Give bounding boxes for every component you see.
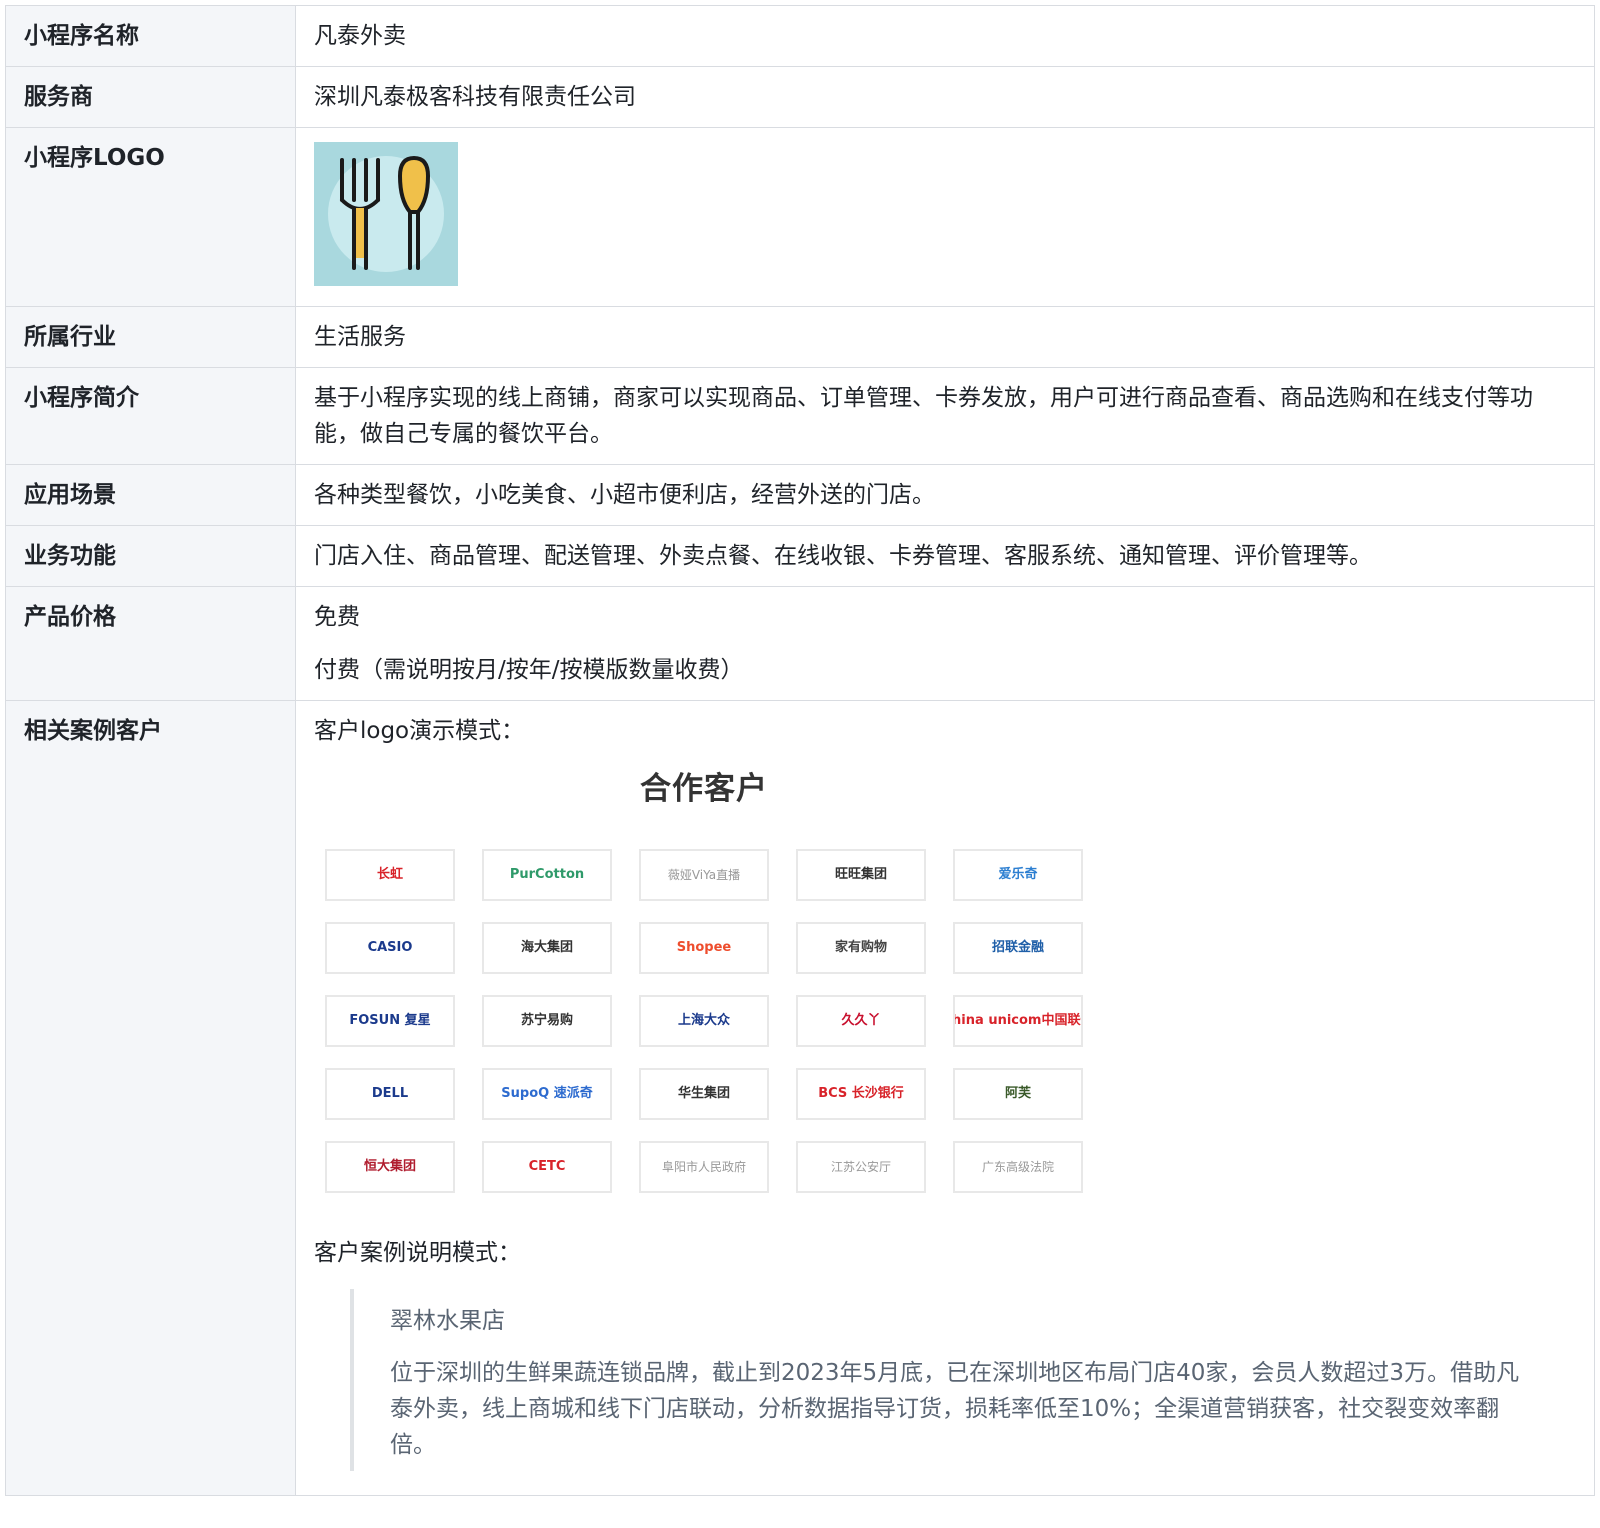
table-row: 服务商 深圳凡泰极客科技有限责任公司 [5, 66, 1595, 128]
provider-value: 深圳凡泰极客科技有限责任公司 [295, 66, 1595, 128]
logo-label: 小程序LOGO [5, 127, 296, 307]
client-logo-card: FOSUN 复星 [325, 995, 455, 1047]
client-logo-card: Shopee [639, 922, 769, 974]
features-value: 门店入住、商品管理、配送管理、外卖点餐、在线收银、卡券管理、客服系统、通知管理、… [295, 525, 1595, 587]
mini-program-info-table: 小程序名称 凡泰外卖 服务商 深圳凡泰极客科技有限责任公司 小程序LOGO 所属… [5, 5, 1595, 1496]
client-logo-card: 久久丫 [796, 995, 926, 1047]
client-logo-card: 爱乐奇 [953, 849, 1083, 901]
case-quote: 翠林水果店 位于深圳的生鲜果蔬连锁品牌，截止到2023年5月底，已在深圳地区布局… [350, 1289, 1576, 1471]
fork-and-spoon-icon [314, 142, 458, 286]
price-label: 产品价格 [5, 586, 296, 701]
features-label: 业务功能 [5, 525, 296, 587]
scenario-value: 各种类型餐饮，小吃美食、小超市便利店，经营外送的门店。 [295, 464, 1595, 526]
client-logo-card: 恒大集团 [325, 1141, 455, 1193]
price-paid: 付费（需说明按月/按年/按模版数量收费） [314, 657, 744, 683]
client-logo-card: 家有购物 [796, 922, 926, 974]
case-mode-label: 客户案例说明模式： [314, 1240, 521, 1266]
client-logo-card: PurCotton [482, 849, 612, 901]
client-logo-grid: 长虹 PurCotton 薇娅ViYa直播 旺旺集团 爱乐奇 CASIO 海大集团 Shope… [325, 849, 1576, 1193]
table-row: 小程序简介 基于小程序实现的线上商铺，商家可以实现商品、订单管理、卡券发放，用户… [5, 367, 1595, 465]
table-row: 产品价格 免费 付费（需说明按月/按年/按模版数量收费） [5, 586, 1595, 701]
table-row: 小程序名称 凡泰外卖 [5, 5, 1595, 67]
client-logo-card: 上海大众 [639, 995, 769, 1047]
client-logo-card: China unicom中国联通 [953, 995, 1083, 1047]
client-logo-card: 薇娅ViYa直播 [639, 849, 769, 901]
partner-wall-title: 合作客户 [640, 771, 768, 807]
client-logo-card: BCS 长沙银行 [796, 1068, 926, 1120]
intro-label: 小程序简介 [5, 367, 296, 465]
client-logo-card: 阜阳市人民政府 [639, 1141, 769, 1193]
name-label: 小程序名称 [5, 5, 296, 67]
intro-text: 基于小程序实现的线上商铺，商家可以实现商品、订单管理、卡券发放，用户可进行商品查… [314, 385, 1533, 447]
cases-cell: 客户logo演示模式： 合作客户 长虹 PurCotton 薇娅ViYa直播 旺旺集团… [295, 700, 1595, 1496]
client-logo-card: DELL [325, 1068, 455, 1120]
client-logo-card: 长虹 [325, 849, 455, 901]
scenario-label: 应用场景 [5, 464, 296, 526]
provider-label: 服务商 [5, 66, 296, 128]
intro-value: 基于小程序实现的线上商铺，商家可以实现商品、订单管理、卡券发放，用户可进行商品查… [295, 367, 1595, 465]
industry-value: 生活服务 [295, 306, 1595, 368]
logo-cell [295, 127, 1595, 307]
industry-label: 所属行业 [5, 306, 296, 368]
table-row: 所属行业 生活服务 [5, 306, 1595, 368]
table-row: 业务功能 门店入住、商品管理、配送管理、外卖点餐、在线收银、卡券管理、客服系统、… [5, 525, 1595, 587]
client-logo-card: CETC [482, 1141, 612, 1193]
table-row: 相关案例客户 客户logo演示模式： 合作客户 长虹 PurCotton 薇娅ViY… [5, 700, 1595, 1496]
cases-label: 相关案例客户 [5, 700, 296, 1496]
case-title: 翠林水果店 [390, 1308, 505, 1334]
price-free: 免费 [314, 604, 360, 630]
logo-mode-label: 客户logo演示模式： [314, 718, 525, 744]
client-logo-card: 苏宁易购 [482, 995, 612, 1047]
client-logo-card: 江苏公安厅 [796, 1141, 926, 1193]
client-logo-card: 海大集团 [482, 922, 612, 974]
client-logo-card: CASIO [325, 922, 455, 974]
table-row: 小程序LOGO [5, 127, 1595, 307]
client-logo-card: 阿芙 [953, 1068, 1083, 1120]
case-description: 位于深圳的生鲜果蔬连锁品牌，截止到2023年5月底，已在深圳地区布局门店40家，… [390, 1360, 1520, 1458]
client-logo-card: 招联金融 [953, 922, 1083, 974]
name-value: 凡泰外卖 [295, 5, 1595, 67]
client-logo-card: 华生集团 [639, 1068, 769, 1120]
client-logo-card: 旺旺集团 [796, 849, 926, 901]
table-row: 应用场景 各种类型餐饮，小吃美食、小超市便利店，经营外送的门店。 [5, 464, 1595, 526]
client-logo-card: SupoQ 速派奇 [482, 1068, 612, 1120]
client-logo-card: 广东高级法院 [953, 1141, 1083, 1193]
price-cell: 免费 付费（需说明按月/按年/按模版数量收费） [295, 586, 1595, 701]
